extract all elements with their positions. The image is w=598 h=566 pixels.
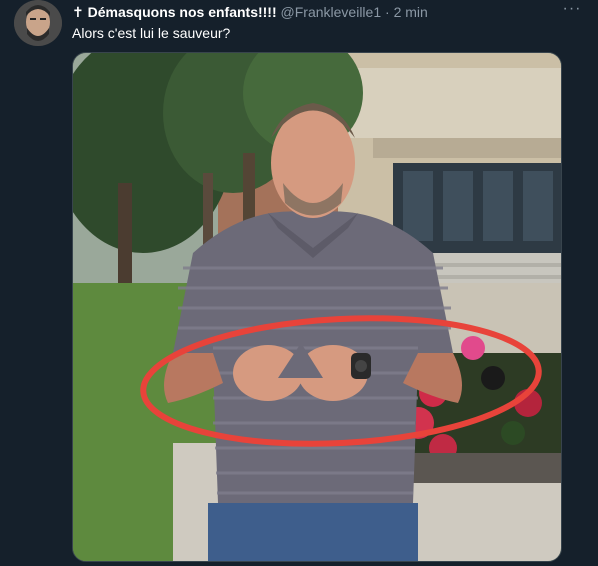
timestamp[interactable]: 2 min — [394, 4, 428, 20]
avatar[interactable] — [14, 0, 62, 46]
more-options-icon[interactable]: ··· — [562, 0, 582, 20]
tweet-header: ✝ Démasquons nos enfants!!!! @Franklevei… — [72, 3, 558, 21]
photo-man-gesture — [73, 53, 561, 561]
tweet-media-photo[interactable] — [72, 52, 562, 562]
user-handle[interactable]: @Frankleveille1 — [281, 4, 382, 20]
avatar-image — [14, 0, 62, 46]
display-name[interactable]: ✝ Démasquons nos enfants!!!! — [72, 4, 277, 20]
tweet[interactable]: ✝ Démasquons nos enfants!!!! @Franklevei… — [0, 0, 598, 566]
tweet-text: Alors c'est lui le sauveur? — [72, 25, 231, 41]
separator-dot: · — [385, 4, 390, 20]
